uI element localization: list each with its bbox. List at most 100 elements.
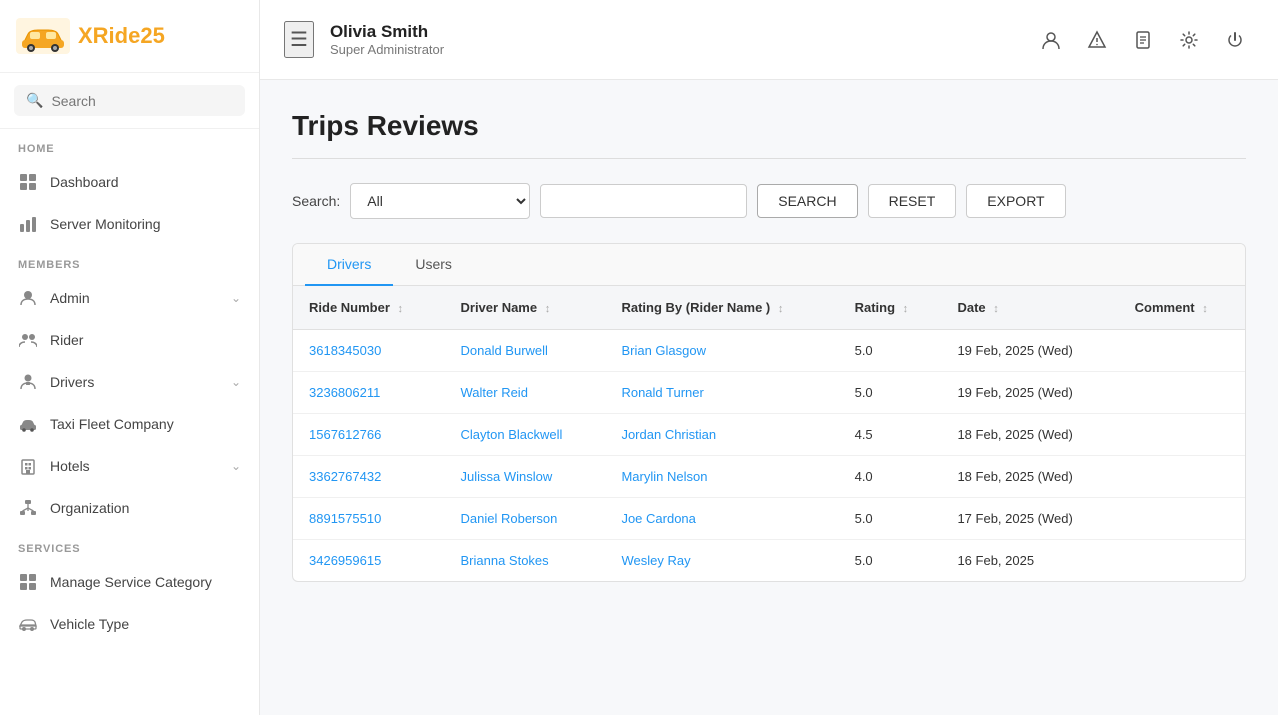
- logo[interactable]: XRide25: [0, 0, 259, 73]
- col-comment[interactable]: Comment ↕: [1119, 286, 1245, 330]
- sort-icon: ↕: [1202, 303, 1208, 315]
- cell-comment: [1119, 330, 1245, 372]
- cell-date: 18 Feb, 2025 (Wed): [941, 414, 1118, 456]
- cell-ride-number: 1567612766: [293, 414, 445, 456]
- table-row: 3362767432 Julissa Winslow Marylin Nelso…: [293, 456, 1245, 498]
- driver-name-link[interactable]: Daniel Roberson: [461, 511, 558, 526]
- search-box[interactable]: 🔍: [14, 85, 245, 116]
- cell-rating: 5.0: [839, 330, 942, 372]
- search-button[interactable]: SEARCH: [757, 184, 857, 218]
- sidebar-item-server-monitoring[interactable]: Server Monitoring: [0, 203, 259, 245]
- reset-button[interactable]: RESET: [868, 184, 957, 218]
- rider-name-link[interactable]: Jordan Christian: [621, 427, 716, 442]
- search-select[interactable]: All Driver Name Ride Number Rating: [350, 183, 530, 219]
- person-group-icon: [18, 330, 38, 350]
- search-bar: Search: All Driver Name Ride Number Rati…: [292, 183, 1246, 219]
- tab-drivers[interactable]: Drivers: [305, 244, 393, 286]
- cell-comment: [1119, 372, 1245, 414]
- cell-rating: 5.0: [839, 540, 942, 582]
- cell-ride-number: 8891575510: [293, 498, 445, 540]
- ride-number-link[interactable]: 8891575510: [309, 511, 381, 526]
- sidebar-item-hotels[interactable]: Hotels ⌄: [0, 445, 259, 487]
- section-services-label: SERVICES: [0, 529, 259, 561]
- chevron-down-icon: ⌄: [231, 291, 241, 305]
- cell-rating: 5.0: [839, 498, 942, 540]
- ride-number-link[interactable]: 3426959615: [309, 553, 381, 568]
- driver-name-link[interactable]: Julissa Winslow: [461, 469, 553, 484]
- rider-name-link[interactable]: Wesley Ray: [621, 553, 690, 568]
- menu-button[interactable]: ☰: [284, 21, 314, 58]
- page-content: Trips Reviews Search: All Driver Name Ri…: [260, 80, 1278, 715]
- sidebar-item-label: Dashboard: [50, 174, 119, 190]
- car-icon: [18, 414, 38, 434]
- cell-rider-name: Joe Cardona: [605, 498, 838, 540]
- driver-name-link[interactable]: Clayton Blackwell: [461, 427, 563, 442]
- rider-name-link[interactable]: Ronald Turner: [621, 385, 703, 400]
- settings-button[interactable]: [1170, 21, 1208, 59]
- sidebar-item-label: Server Monitoring: [50, 216, 161, 232]
- cell-driver-name: Brianna Stokes: [445, 540, 606, 582]
- sidebar-item-label: Taxi Fleet Company: [50, 416, 174, 432]
- col-driver-name[interactable]: Driver Name ↕: [445, 286, 606, 330]
- sidebar-item-admin[interactable]: Admin ⌄: [0, 277, 259, 319]
- sidebar-item-manage-service[interactable]: Manage Service Category: [0, 561, 259, 603]
- sidebar-item-rider[interactable]: Rider: [0, 319, 259, 361]
- table-header: Ride Number ↕ Driver Name ↕ Rating By (R…: [293, 286, 1245, 330]
- warning-icon: [1087, 30, 1107, 50]
- ride-number-link[interactable]: 3618345030: [309, 343, 381, 358]
- sort-icon: ↕: [778, 303, 784, 315]
- sidebar-item-vehicle-type[interactable]: Vehicle Type: [0, 603, 259, 645]
- col-rating-by[interactable]: Rating By (Rider Name ) ↕: [605, 286, 838, 330]
- user-role: Super Administrator: [330, 42, 1016, 57]
- cell-date: 16 Feb, 2025: [941, 540, 1118, 582]
- sidebar-item-label: Hotels: [50, 458, 90, 474]
- cell-ride-number: 3618345030: [293, 330, 445, 372]
- rider-name-link[interactable]: Brian Glasgow: [621, 343, 706, 358]
- tabs-row: Drivers Users: [305, 244, 1233, 285]
- driver-name-link[interactable]: Donald Burwell: [461, 343, 548, 358]
- sidebar-item-label: Organization: [50, 500, 129, 516]
- user-profile-button[interactable]: [1032, 21, 1070, 59]
- ride-number-link[interactable]: 1567612766: [309, 427, 381, 442]
- col-rating[interactable]: Rating ↕: [839, 286, 942, 330]
- table-tabs: Drivers Users: [293, 244, 1245, 286]
- cell-date: 19 Feb, 2025 (Wed): [941, 330, 1118, 372]
- cell-driver-name: Daniel Roberson: [445, 498, 606, 540]
- sidebar: XRide25 🔍 HOME Dashboard Server Monitori…: [0, 0, 260, 715]
- search-input[interactable]: [51, 93, 233, 109]
- sidebar-item-label: Vehicle Type: [50, 616, 129, 632]
- search-text-input[interactable]: [540, 184, 747, 218]
- power-button[interactable]: [1216, 21, 1254, 59]
- cell-date: 18 Feb, 2025 (Wed): [941, 456, 1118, 498]
- tab-users[interactable]: Users: [393, 244, 474, 286]
- col-ride-number[interactable]: Ride Number ↕: [293, 286, 445, 330]
- trips-table-card: Drivers Users Ride Number ↕ Driver Name …: [292, 243, 1246, 582]
- cell-driver-name: Clayton Blackwell: [445, 414, 606, 456]
- col-date[interactable]: Date ↕: [941, 286, 1118, 330]
- sidebar-item-dashboard[interactable]: Dashboard: [0, 161, 259, 203]
- bar-chart-icon: [18, 214, 38, 234]
- ride-number-link[interactable]: 3236806211: [309, 385, 380, 400]
- cell-comment: [1119, 456, 1245, 498]
- cell-comment: [1119, 414, 1245, 456]
- sort-icon: ↕: [903, 303, 909, 315]
- driver-name-link[interactable]: Walter Reid: [461, 385, 528, 400]
- sidebar-item-drivers[interactable]: Drivers ⌄: [0, 361, 259, 403]
- person-icon: [18, 288, 38, 308]
- alert-button[interactable]: [1078, 21, 1116, 59]
- cell-rating: 5.0: [839, 372, 942, 414]
- export-button[interactable]: EXPORT: [966, 184, 1065, 218]
- table-row: 3236806211 Walter Reid Ronald Turner 5.0…: [293, 372, 1245, 414]
- user-info: Olivia Smith Super Administrator: [330, 22, 1016, 57]
- sidebar-item-organization[interactable]: Organization: [0, 487, 259, 529]
- document-button[interactable]: [1124, 21, 1162, 59]
- cell-rider-name: Brian Glasgow: [605, 330, 838, 372]
- driver-name-link[interactable]: Brianna Stokes: [461, 553, 549, 568]
- rider-name-link[interactable]: Joe Cardona: [621, 511, 695, 526]
- cell-comment: [1119, 498, 1245, 540]
- rider-name-link[interactable]: Marylin Nelson: [621, 469, 707, 484]
- table-row: 3426959615 Brianna Stokes Wesley Ray 5.0…: [293, 540, 1245, 582]
- sidebar-item-taxi-fleet[interactable]: Taxi Fleet Company: [0, 403, 259, 445]
- user-circle-icon: [1041, 30, 1061, 50]
- ride-number-link[interactable]: 3362767432: [309, 469, 381, 484]
